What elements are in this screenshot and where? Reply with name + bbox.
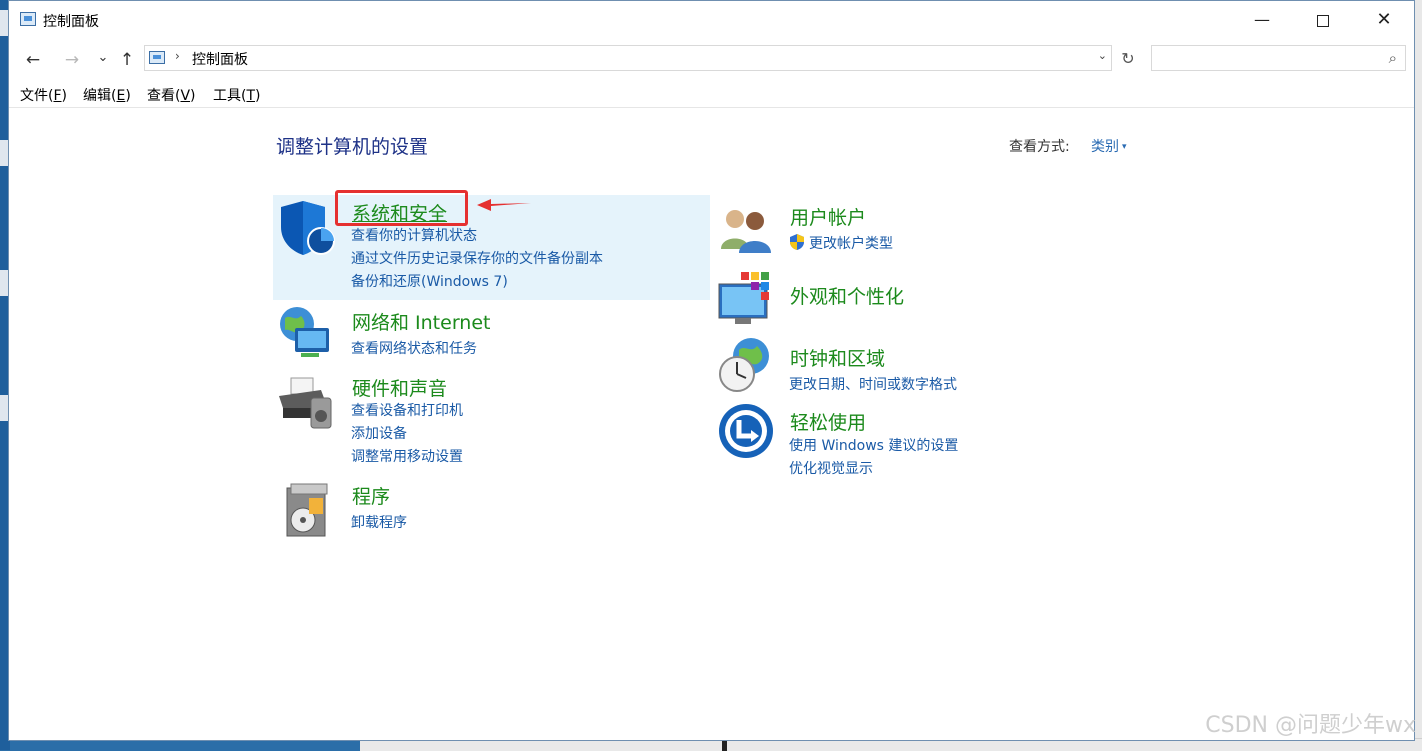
category-title-user-accounts[interactable]: 用户帐户 (790, 203, 866, 230)
category-title-network-internet[interactable]: 网络和 Internet (352, 308, 490, 335)
printer-icon (279, 377, 332, 429)
link-view-network-status[interactable]: 查看网络状态和任务 (351, 338, 477, 358)
category-network-internet[interactable]: 网络和 Internet 查看网络状态和任务 (273, 304, 710, 364)
breadcrumb-control-panel[interactable]: 控制面板 (192, 49, 248, 69)
address-dropdown-button[interactable]: ⌄ (1098, 49, 1107, 62)
link-change-account-type[interactable]: 更改帐户类型 (809, 233, 893, 253)
address-bar[interactable]: › 控制面板 ⌄ (144, 45, 1112, 71)
appearance-icon (718, 272, 769, 324)
forward-button[interactable]: → (61, 49, 83, 71)
minimize-button[interactable]: — (1232, 1, 1292, 39)
category-title-appearance[interactable]: 外观和个性化 (790, 282, 904, 309)
navigation-bar: ← → ⌄ ↑ › 控制面板 ⌄ ↻ ⌕ (9, 39, 1414, 81)
category-clock-region[interactable]: 时钟和区域 更改日期、时间或数字格式 (713, 336, 1153, 398)
category-title-programs[interactable]: 程序 (352, 482, 390, 509)
category-user-accounts[interactable]: 用户帐户 更改帐户类型 (713, 195, 1153, 265)
network-icon (280, 307, 329, 357)
page-title: 调整计算机的设置 (276, 136, 429, 158)
category-title-clock-region[interactable]: 时钟和区域 (790, 344, 885, 371)
window-title: 控制面板 (43, 14, 99, 30)
control-panel-window: 控制面板 — ✕ ← → ⌄ ↑ › 控制面板 ⌄ ↻ ⌕ 文件(F) 编辑(E… (8, 0, 1415, 741)
menu-tools[interactable]: 工具(T) (213, 85, 261, 105)
link-optimize-visual-display[interactable]: 优化视觉显示 (789, 458, 873, 478)
ease-of-access-icon (719, 404, 773, 458)
content-area: 调整计算机的设置 查看方式: 类别 ▾ 系统和安全 查看你的计算机状态 通过文件历… (9, 108, 1414, 740)
chevron-down-icon: ▾ (1122, 142, 1127, 152)
category-programs[interactable]: 程序 卸载程序 (273, 478, 710, 543)
menu-file[interactable]: 文件(F) (20, 85, 67, 105)
maximize-icon (1317, 14, 1329, 27)
red-arrow-icon (477, 199, 531, 211)
maximize-button[interactable] (1293, 1, 1353, 39)
watermark: CSDN @问题少年wx (1205, 713, 1416, 738)
back-button[interactable]: ← (22, 49, 44, 71)
close-button[interactable]: ✕ (1354, 1, 1414, 39)
menu-bar: 文件(F) 编辑(E) 查看(V) 工具(T) (9, 81, 1414, 108)
programs-icon (286, 483, 328, 537)
users-icon (721, 210, 771, 253)
view-by-value: 类别 (1091, 139, 1119, 155)
red-highlight-box (335, 190, 468, 226)
up-button[interactable]: ↑ (116, 49, 138, 71)
link-windows-suggested-settings[interactable]: 使用 Windows 建议的设置 (789, 435, 958, 455)
category-title-ease-of-access[interactable]: 轻松使用 (790, 408, 866, 435)
category-title-hardware-sound[interactable]: 硬件和声音 (352, 374, 447, 401)
category-ease-of-access[interactable]: 轻松使用 使用 Windows 建议的设置 优化视觉显示 (713, 400, 1153, 480)
link-backup-restore-win7[interactable]: 备份和还原(Windows 7) (351, 271, 508, 291)
title-bar[interactable]: 控制面板 — ✕ (9, 1, 1414, 39)
link-devices-printers[interactable]: 查看设备和打印机 (351, 400, 463, 420)
search-input[interactable]: ⌕ (1151, 45, 1406, 71)
link-add-device[interactable]: 添加设备 (351, 423, 407, 443)
link-mobility-settings[interactable]: 调整常用移动设置 (351, 446, 463, 466)
view-by-dropdown[interactable]: 类别 ▾ (1091, 136, 1127, 156)
control-panel-icon (20, 12, 36, 26)
menu-view[interactable]: 查看(V) (147, 85, 196, 105)
link-change-date-time-format[interactable]: 更改日期、时间或数字格式 (789, 374, 957, 394)
category-appearance[interactable]: 外观和个性化 (713, 270, 1153, 330)
view-by-label: 查看方式: (1009, 139, 1070, 155)
search-icon[interactable]: ⌕ (1389, 49, 1397, 67)
shield-icon (281, 201, 335, 255)
breadcrumb-separator[interactable]: › (175, 49, 180, 63)
category-hardware-sound[interactable]: 硬件和声音 查看设备和打印机 添加设备 调整常用移动设置 (273, 370, 710, 465)
link-file-history-backup[interactable]: 通过文件历史记录保存你的文件备份副本 (351, 248, 603, 268)
recent-locations-button[interactable]: ⌄ (92, 47, 114, 69)
uac-shield-icon (790, 234, 804, 250)
menu-edit[interactable]: 编辑(E) (83, 85, 131, 105)
clock-globe-icon (719, 338, 769, 392)
control-panel-icon (149, 51, 165, 64)
link-uninstall-program[interactable]: 卸载程序 (351, 512, 407, 532)
refresh-button[interactable]: ↻ (1118, 49, 1138, 69)
link-view-computer-status[interactable]: 查看你的计算机状态 (351, 225, 477, 245)
